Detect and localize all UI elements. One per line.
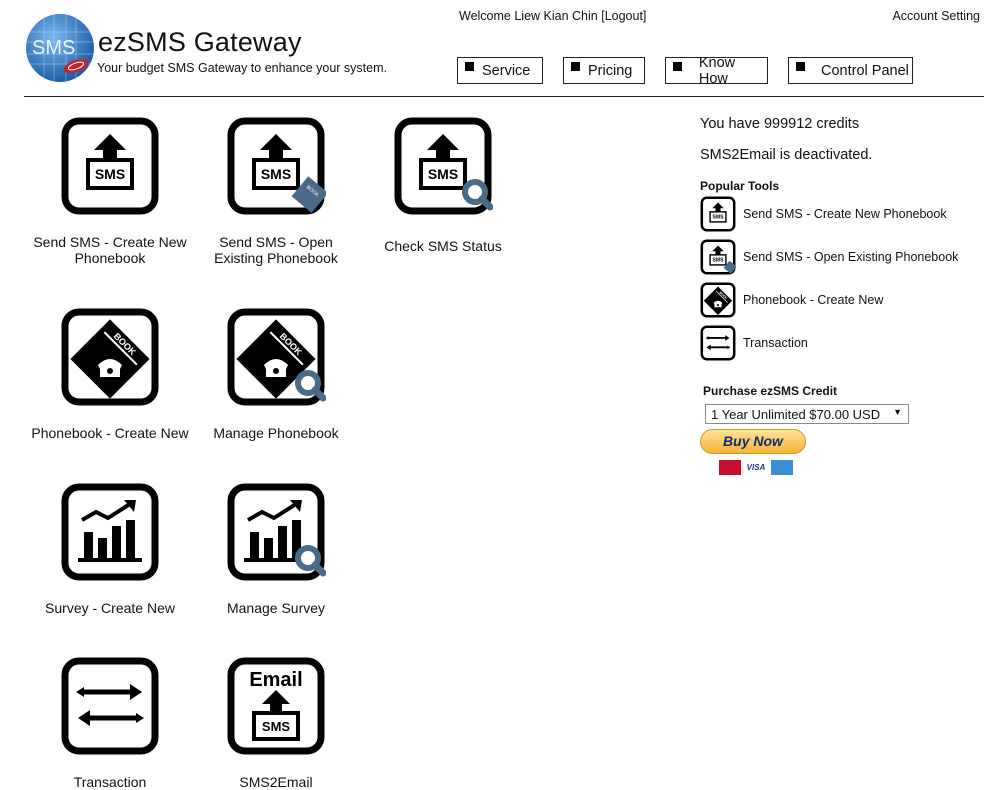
- tile-label: Manage Phonebook: [213, 425, 339, 441]
- sms-status-icon: [393, 116, 493, 216]
- logout-link[interactable]: [Logout]: [601, 9, 646, 23]
- square-bullet-icon: [571, 62, 580, 71]
- sms2email-icon: Email SMS: [226, 656, 326, 756]
- mastercard-icon: [719, 460, 741, 475]
- amex-icon: [771, 460, 793, 475]
- popular-tool-label: Send SMS - Create New Phonebook: [743, 207, 947, 221]
- welcome-message: Welcome Liew Kian Chin [Logout]: [459, 9, 646, 23]
- dropdown-arrow-icon: ▼: [893, 407, 902, 417]
- header-divider: [24, 96, 984, 97]
- tile-label: Survey - Create New: [45, 600, 175, 616]
- popular-tool-phonebook-create[interactable]: Phonebook - Create New: [700, 281, 883, 319]
- purchase-credit-heading: Purchase ezSMS Credit: [703, 384, 838, 398]
- brand-title: ezSMS Gateway: [98, 27, 302, 57]
- tile-label: Manage Survey: [226, 600, 326, 616]
- send-sms-icon: [60, 116, 160, 216]
- visa-icon: VISA: [745, 460, 767, 475]
- tile-send-sms-open-existing[interactable]: BOOK Send SMS - Open Existing Phonebook: [196, 116, 356, 266]
- survey-chart-icon: [60, 482, 160, 582]
- popular-tool-label: Transaction: [743, 336, 808, 350]
- tile-label: Check SMS Status: [384, 238, 502, 254]
- transaction-arrows-icon: [60, 656, 160, 756]
- svg-text:Email: Email: [249, 669, 302, 691]
- tile-label: Send SMS - Open Existing Phonebook: [214, 234, 338, 266]
- send-sms-book-icon: BOOK: [226, 116, 329, 216]
- tile-label: Phonebook - Create New: [31, 425, 189, 441]
- globe-logo-icon: SMS: [26, 14, 94, 82]
- popular-tools-heading: Popular Tools: [700, 179, 780, 193]
- square-bullet-icon: [673, 62, 682, 71]
- popular-tool-label: Send SMS - Open Existing Phonebook: [743, 250, 959, 264]
- credits-balance: You have 999912 credits: [700, 116, 860, 132]
- payment-cards: VISA: [719, 460, 793, 475]
- manage-survey-icon: [226, 482, 326, 582]
- nav-know-how-button[interactable]: Know How: [665, 54, 768, 87]
- popular-tool-label: Phonebook - Create New: [743, 293, 884, 307]
- tile-manage-phonebook[interactable]: Manage Phonebook: [196, 307, 356, 441]
- tile-sms2email[interactable]: Email SMS SMS2Email: [196, 656, 356, 790]
- phonebook-icon: [700, 282, 736, 318]
- nav-label: Control Panel: [821, 62, 909, 79]
- purchase-option-select[interactable]: 1 Year Unlimited $70.00 USD ▼: [705, 404, 909, 424]
- manage-phonebook-icon: [226, 307, 326, 407]
- account-setting-link[interactable]: Account Setting: [892, 9, 980, 23]
- tile-survey-create-new[interactable]: Survey - Create New: [30, 482, 190, 616]
- tile-check-sms-status[interactable]: Check SMS Status: [363, 116, 523, 254]
- ezsms-logo[interactable]: SMS: [24, 12, 96, 84]
- nav-service-button[interactable]: Service: [457, 57, 543, 84]
- nav-label: Know How: [698, 54, 736, 87]
- tile-label: SMS2Email: [239, 774, 313, 790]
- welcome-text: Welcome Liew Kian Chin: [459, 9, 598, 23]
- tile-label: Transaction: [73, 774, 147, 790]
- popular-tool-transaction[interactable]: Transaction: [700, 324, 808, 362]
- tile-send-sms-create-new[interactable]: Send SMS - Create New Phonebook: [30, 116, 190, 266]
- svg-text:SMS: SMS: [262, 719, 291, 734]
- svg-text:SMS: SMS: [32, 37, 75, 59]
- sms2email-status: SMS2Email is deactivated.: [700, 147, 873, 163]
- transaction-arrows-icon: [700, 325, 736, 361]
- send-sms-book-icon: [700, 239, 736, 275]
- selected-option: 1 Year Unlimited $70.00 USD: [711, 406, 881, 422]
- tile-transaction[interactable]: Transaction: [30, 656, 190, 790]
- nav-pricing-button[interactable]: Pricing: [563, 57, 645, 84]
- send-sms-icon: [700, 196, 736, 232]
- tile-label: Send SMS - Create New Phonebook: [33, 234, 187, 266]
- paypal-buy-now-button[interactable]: Buy Now: [700, 429, 806, 454]
- square-bullet-icon: [465, 62, 474, 71]
- tile-phonebook-create-new[interactable]: Phonebook - Create New: [30, 307, 190, 441]
- nav-label: Pricing: [588, 62, 633, 79]
- nav-label: Service: [482, 62, 531, 79]
- brand-tagline: Your budget SMS Gateway to enhance your …: [97, 61, 387, 75]
- square-bullet-icon: [796, 62, 805, 71]
- tile-manage-survey[interactable]: Manage Survey: [196, 482, 356, 616]
- popular-tool-send-sms-create[interactable]: Send SMS - Create New Phonebook: [700, 195, 947, 233]
- popular-tool-send-sms-open[interactable]: Send SMS - Open Existing Phonebook: [700, 238, 958, 276]
- phonebook-icon: [60, 307, 160, 407]
- nav-control-panel-button[interactable]: Control Panel: [788, 57, 913, 84]
